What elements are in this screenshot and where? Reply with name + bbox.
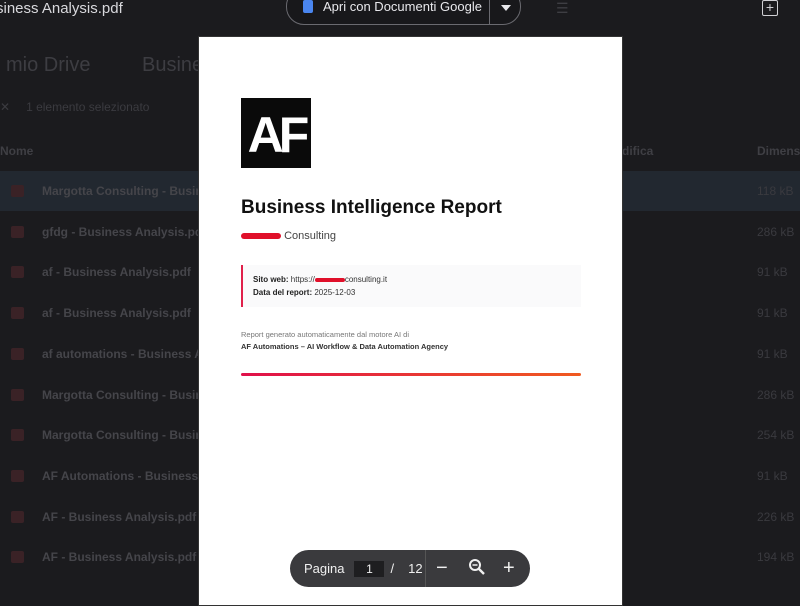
site-suffix: consulting.it <box>345 275 387 284</box>
column-name[interactable]: Nome <box>0 144 33 158</box>
chevron-down-icon[interactable] <box>501 5 511 11</box>
site-prefix: https:// <box>291 275 315 284</box>
divider <box>489 0 490 24</box>
google-docs-icon <box>303 0 313 13</box>
selection-count: 1 elemento selezionato <box>26 100 149 114</box>
filter-icon[interactable]: ☰ <box>556 0 569 17</box>
date-value: 2025-12-03 <box>314 288 355 297</box>
file-size: 286 kB <box>757 388 794 402</box>
file-name: gfdg - Business Analysis.pdf <box>42 225 206 239</box>
add-comment-icon[interactable]: + <box>762 0 778 16</box>
report-title: Business Intelligence Report <box>241 197 502 219</box>
file-size: 91 kB <box>757 469 788 483</box>
column-modified[interactable]: difica <box>622 144 653 158</box>
selection-bar: ✕ 1 elemento selezionato <box>0 100 149 114</box>
pdf-file-icon <box>11 307 24 319</box>
file-size: 118 kB <box>757 184 793 198</box>
pdf-file-icon <box>11 470 24 482</box>
file-size: 254 kB <box>757 428 794 442</box>
open-with-google-docs-button[interactable]: Apri con Documenti Google <box>286 0 521 25</box>
file-size: 226 kB <box>757 510 794 524</box>
report-info-box: Sito web: https:// consulting.it Data del… <box>241 265 581 307</box>
page-total: 12 <box>408 561 422 576</box>
page-label: Pagina <box>304 561 344 576</box>
file-size: 194 kB <box>757 550 794 564</box>
pdf-file-icon <box>11 389 24 401</box>
pdf-file-icon <box>11 185 24 197</box>
close-icon[interactable]: ✕ <box>0 100 10 114</box>
file-size: 91 kB <box>757 306 788 320</box>
company-suffix: Consulting <box>284 230 336 242</box>
zoom-icon[interactable] <box>468 558 486 583</box>
af-logo: AF <box>241 98 311 168</box>
column-size[interactable]: Dimens <box>757 144 800 158</box>
open-with-label: Apri con Documenti Google <box>323 0 482 14</box>
breadcrumb-folder[interactable]: Busine <box>142 54 203 77</box>
breadcrumb-my-drive[interactable]: l mio Drive <box>0 54 90 77</box>
file-title: siness Analysis.pdf <box>0 0 123 17</box>
pdf-file-icon <box>11 429 24 441</box>
site-label: Sito web: <box>253 275 289 284</box>
pdf-file-icon <box>11 511 24 523</box>
file-name: af - Business Analysis.pdf <box>42 306 191 320</box>
file-size: 286 kB <box>757 225 794 239</box>
pdf-file-icon <box>11 226 24 238</box>
file-size: 91 kB <box>757 347 788 361</box>
file-name: AF - Business Analysis.pdf <box>42 550 196 564</box>
date-label: Data del report: <box>253 288 312 297</box>
redaction-mark <box>315 278 345 282</box>
file-name: af - Business Analysis.pdf <box>42 265 191 279</box>
divider <box>425 550 426 587</box>
page-input[interactable]: 1 <box>354 561 384 577</box>
accent-divider <box>241 373 581 376</box>
pdf-file-icon <box>11 551 24 563</box>
company-name: Consulting <box>241 230 336 242</box>
pdf-file-icon <box>11 266 24 278</box>
zoom-out-button[interactable]: − <box>436 557 448 579</box>
redaction-mark <box>241 233 281 239</box>
file-size: 91 kB <box>757 265 788 279</box>
zoom-in-button[interactable]: + <box>503 557 515 579</box>
generated-by-text: Report generato automaticamente dal moto… <box>241 330 409 339</box>
file-name: AF - Business Analysis.pdf <box>42 510 196 524</box>
page-controls: Pagina 1 / 12 − + <box>290 550 530 587</box>
page-separator: / <box>390 561 394 576</box>
pdf-page: AF Business Intelligence Report Consulti… <box>198 36 623 606</box>
pdf-file-icon <box>11 348 24 360</box>
agency-name: AF Automations – AI Workflow & Data Auto… <box>241 342 448 351</box>
